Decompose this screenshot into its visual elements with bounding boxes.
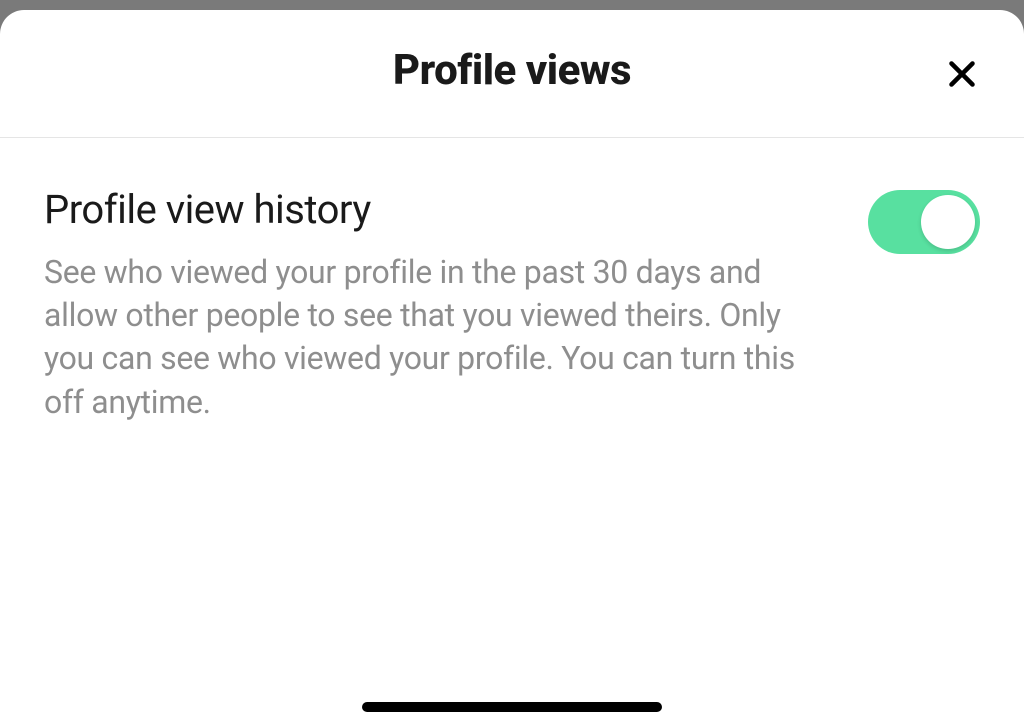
modal-content: Profile view history See who viewed your… [0,138,1024,724]
profile-views-modal: Profile views Profile view history See w… [0,10,1024,724]
home-indicator[interactable] [362,702,662,712]
setting-text-block: Profile view history See who viewed your… [44,186,838,424]
setting-row-profile-view-history: Profile view history See who viewed your… [44,186,980,424]
profile-view-history-toggle[interactable] [868,190,980,254]
close-button[interactable] [936,48,988,100]
close-icon [944,56,980,92]
setting-description: See who viewed your profile in the past … [44,251,838,424]
setting-title: Profile view history [44,186,838,233]
modal-title: Profile views [393,46,631,95]
toggle-knob [921,195,975,249]
modal-header: Profile views [0,10,1024,138]
